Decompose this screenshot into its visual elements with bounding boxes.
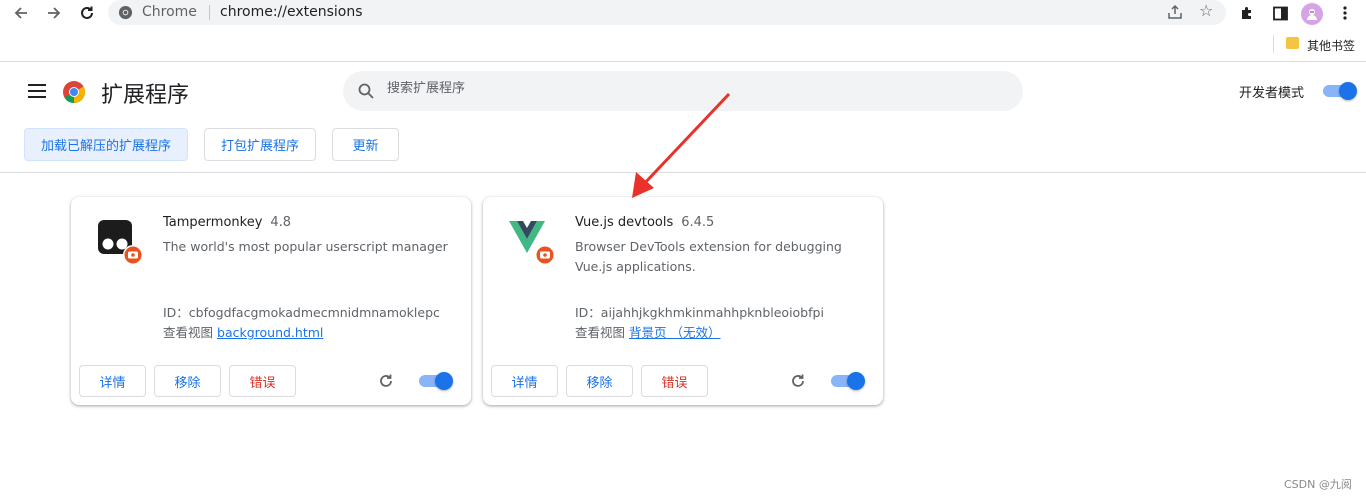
extension-version: 6.4.5 xyxy=(681,215,715,230)
profile-avatar[interactable] xyxy=(1301,3,1323,25)
details-button[interactable]: 详情 xyxy=(79,365,146,397)
chrome-site-icon xyxy=(118,5,133,20)
avatar-icon xyxy=(1307,9,1317,20)
back-button[interactable] xyxy=(10,2,32,24)
hamburger-menu-icon[interactable] xyxy=(28,84,46,98)
extensions-puzzle-icon[interactable] xyxy=(1237,3,1257,23)
extension-id: ID：aijahhjkgkhmkinmahhpknbleoiobfpi xyxy=(575,305,824,320)
back-arrow-icon xyxy=(14,7,27,19)
site-label: Chrome xyxy=(142,4,197,20)
background-page-link[interactable]: background.html xyxy=(217,325,323,340)
vue-devtools-icon xyxy=(507,217,555,267)
extension-name: Tampermonkey 4.8 xyxy=(163,215,291,230)
details-button[interactable]: 详情 xyxy=(491,365,558,397)
inspect-views-label: 查看视图 xyxy=(163,325,214,340)
extension-enable-toggle[interactable] xyxy=(419,372,453,390)
errors-button[interactable]: 错误 xyxy=(641,365,708,397)
reload-extension-icon[interactable] xyxy=(377,372,395,390)
extension-name: Vue.js devtools 6.4.5 xyxy=(575,215,714,230)
tampermonkey-icon xyxy=(95,217,143,267)
extension-id: ID：cbfogdfacgmokadmecmnidmnamoklepc xyxy=(163,305,440,320)
extension-description: Browser DevTools extension for debugging… xyxy=(575,239,842,274)
errors-button[interactable]: 错误 xyxy=(229,365,296,397)
side-panel-icon[interactable] xyxy=(1270,3,1290,23)
remove-button[interactable]: 移除 xyxy=(154,365,221,397)
folder-icon[interactable] xyxy=(1286,37,1299,49)
address-divider xyxy=(209,5,210,20)
url-text[interactable]: chrome://extensions xyxy=(220,4,363,20)
inspect-views-label: 查看视图 xyxy=(575,325,626,340)
toggle-knob xyxy=(1339,82,1357,100)
remove-button[interactable]: 移除 xyxy=(566,365,633,397)
load-unpacked-button[interactable]: 加载已解压的扩展程序 xyxy=(24,128,188,161)
extension-description: The world's most popular userscript mana… xyxy=(163,239,448,254)
extension-version: 4.8 xyxy=(270,215,292,230)
bookmark-star-icon[interactable]: ☆ xyxy=(1199,1,1213,20)
bookmarks-bar: 其他书签 xyxy=(0,26,1366,62)
inspect-views: 查看视图 背景页 （无效） xyxy=(575,322,721,341)
reload-button[interactable] xyxy=(76,2,98,24)
extension-name-text: Vue.js devtools xyxy=(575,215,674,230)
extension-card-vue-devtools: Vue.js devtools 6.4.5 Browser DevTools ex… xyxy=(483,197,883,405)
background-page-link[interactable]: 背景页 （无效） xyxy=(629,325,720,340)
page-title: 扩展程序 xyxy=(101,83,190,108)
extension-enable-toggle[interactable] xyxy=(831,372,865,390)
forward-button[interactable] xyxy=(43,2,65,24)
other-bookmarks-label[interactable]: 其他书签 xyxy=(1307,37,1355,54)
toggle-knob xyxy=(847,372,865,390)
reload-icon xyxy=(81,6,93,19)
browser-toolbar: Chrome chrome://extensions ☆ xyxy=(0,0,1366,26)
bookmarks-divider xyxy=(1273,35,1274,53)
address-bar[interactable]: Chrome chrome://extensions ☆ xyxy=(108,0,1226,25)
watermark: CSDN @九阅 xyxy=(1284,478,1352,491)
extension-name-text: Tampermonkey xyxy=(163,215,263,230)
search-icon xyxy=(358,83,374,99)
toggle-knob xyxy=(435,372,453,390)
forward-arrow-icon xyxy=(48,7,61,19)
share-icon[interactable] xyxy=(1166,3,1184,21)
chrome-logo-icon xyxy=(63,81,85,103)
extension-card-tampermonkey: Tampermonkey 4.8 The world's most popular… xyxy=(71,197,471,405)
menu-kebab-icon[interactable] xyxy=(1335,3,1355,23)
developer-mode-label: 开发者模式 xyxy=(1239,86,1305,101)
pack-extension-button[interactable]: 打包扩展程序 xyxy=(204,128,316,161)
inspect-views: 查看视图 background.html xyxy=(163,322,323,341)
reload-extension-icon[interactable] xyxy=(789,372,807,390)
developer-mode-toggle[interactable] xyxy=(1323,82,1357,100)
update-button[interactable]: 更新 xyxy=(332,128,399,161)
annotation-arrow-icon xyxy=(632,92,731,198)
